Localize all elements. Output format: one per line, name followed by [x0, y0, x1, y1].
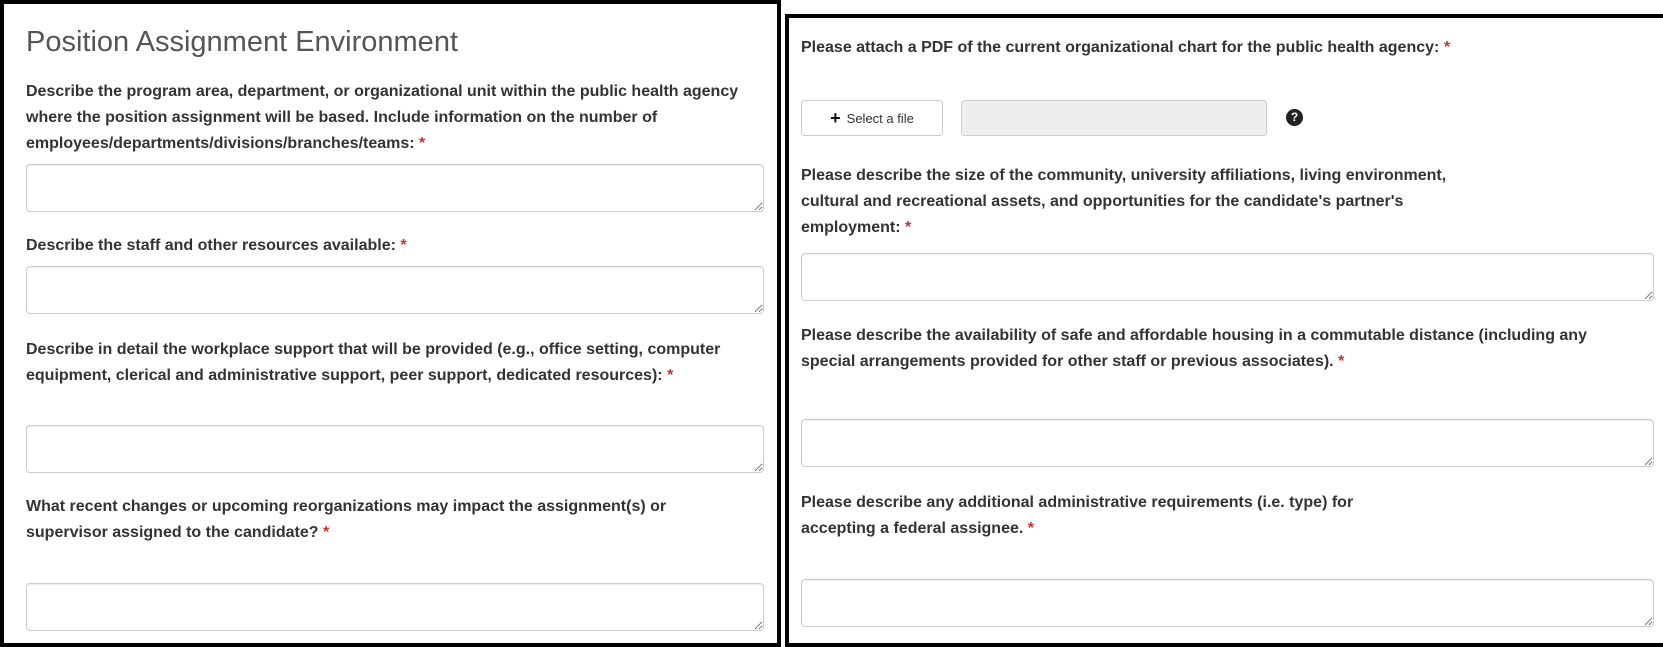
question-label-workplace-support: Describe in detail the workplace support…	[26, 341, 721, 384]
housing-textarea[interactable]	[801, 419, 1654, 467]
plus-icon: +	[830, 108, 841, 128]
required-marker: *	[905, 219, 912, 236]
question-label-reorganizations: What recent changes or upcoming reorgani…	[26, 498, 667, 541]
admin-requirements-textarea[interactable]	[801, 579, 1654, 627]
position-assignment-panel: Position Assignment Environment Describe…	[0, 0, 781, 647]
question-label-org-chart: Please attach a PDF of the current organ…	[801, 39, 1451, 56]
reorganizations-textarea[interactable]	[26, 583, 764, 631]
staff-resources-textarea[interactable]	[26, 266, 764, 314]
required-marker: *	[400, 237, 407, 254]
select-file-label: Select a file	[846, 110, 914, 126]
required-marker: *	[1027, 520, 1035, 537]
community-textarea[interactable]	[801, 253, 1654, 301]
question-label-housing: Please describe the availability of safe…	[801, 327, 1587, 370]
section-title: Position Assignment Environment	[26, 26, 458, 58]
required-marker: *	[667, 367, 674, 384]
question-label-community: Please describe the size of the communit…	[801, 167, 1447, 236]
workplace-support-textarea[interactable]	[26, 425, 764, 473]
question-label-staff-resources: Describe the staff and other resources a…	[26, 237, 407, 254]
required-marker: *	[1338, 353, 1345, 370]
question-label-program-area: Describe the program area, department, o…	[26, 83, 739, 152]
question-label-admin-requirements: Please describe any additional administr…	[801, 494, 1354, 537]
select-file-button[interactable]: + Select a file	[801, 100, 943, 136]
community-environment-panel: Please attach a PDF of the current organ…	[785, 14, 1663, 647]
required-marker: *	[322, 524, 330, 541]
program-area-textarea[interactable]	[26, 164, 764, 212]
file-name-display	[961, 100, 1267, 136]
required-marker: *	[419, 135, 426, 152]
required-marker: *	[1443, 39, 1451, 56]
question-circle-icon[interactable]: ?	[1286, 109, 1303, 126]
